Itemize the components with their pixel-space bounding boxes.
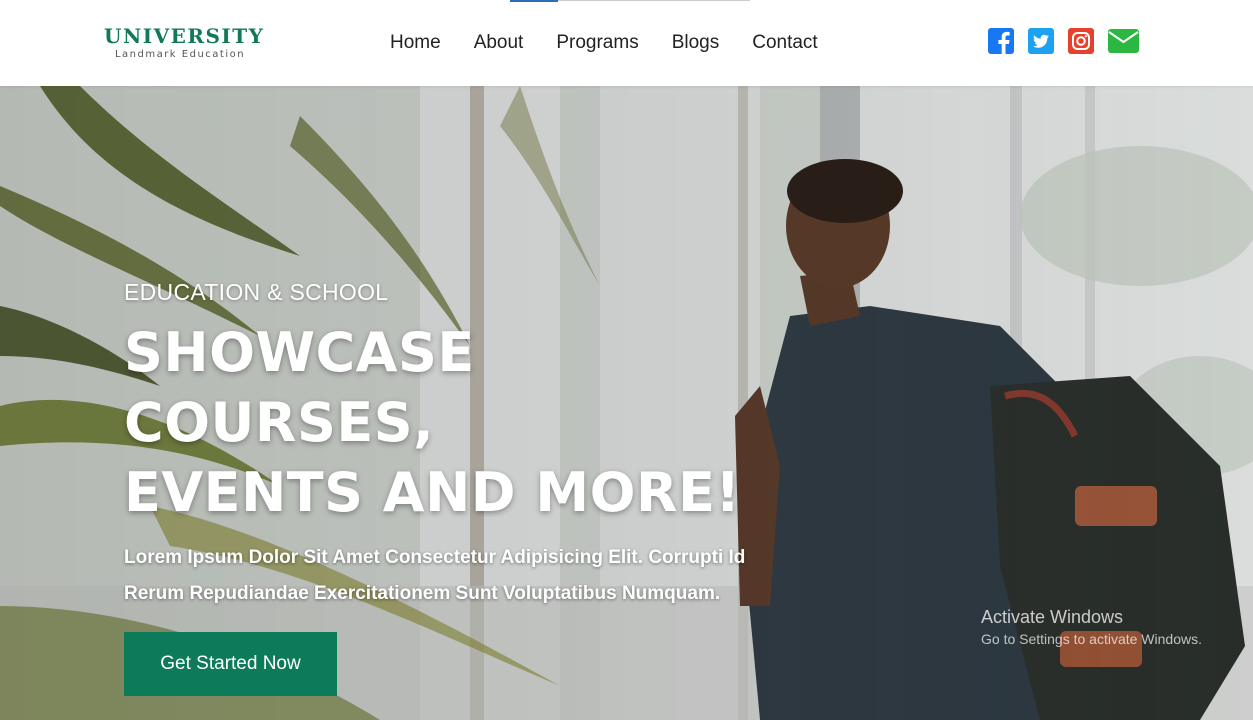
twitter-icon[interactable] xyxy=(1028,28,1054,54)
social-links xyxy=(988,28,1153,54)
hero-section: EDUCATION & SCHOOL SHOWCASE COURSES, EVE… xyxy=(0,86,1253,720)
main-nav: Home About Programs Blogs Contact xyxy=(390,30,851,56)
get-started-button[interactable]: Get Started Now xyxy=(124,632,337,696)
brand-title: UNIVERSITY xyxy=(104,24,265,48)
scroll-indicator xyxy=(510,0,750,2)
hero-headline-line2: EVENTS AND MORE! xyxy=(124,461,741,524)
windows-activation-watermark: Activate Windows Go to Settings to activ… xyxy=(981,606,1202,650)
nav-item-contact[interactable]: Contact xyxy=(752,30,817,56)
hero-content: EDUCATION & SCHOOL SHOWCASE COURSES, EVE… xyxy=(124,278,804,696)
hero-eyebrow: EDUCATION & SCHOOL xyxy=(124,279,389,305)
site-header: UNIVERSITY Landmark Education Home About… xyxy=(0,0,1253,86)
scroll-indicator-active xyxy=(510,0,558,2)
nav-item-programs[interactable]: Programs xyxy=(556,30,638,56)
nav-item-about[interactable]: About xyxy=(474,30,524,56)
nav-item-home[interactable]: Home xyxy=(390,30,441,56)
brand-logo[interactable]: UNIVERSITY Landmark Education xyxy=(104,24,265,60)
nav-item-blogs[interactable]: Blogs xyxy=(672,30,720,56)
watermark-subtitle: Go to Settings to activate Windows. xyxy=(981,631,1202,647)
envelope-icon[interactable] xyxy=(1108,29,1139,53)
hero-headline: SHOWCASE COURSES, EVENTS AND MORE! xyxy=(124,318,804,528)
facebook-icon[interactable] xyxy=(988,28,1014,54)
hero-description: Lorem Ipsum Dolor Sit Amet Consectetur A… xyxy=(124,547,746,604)
hero-headline-line1: SHOWCASE COURSES, xyxy=(124,321,475,454)
watermark-title: Activate Windows xyxy=(981,607,1124,627)
instagram-icon[interactable] xyxy=(1068,28,1094,54)
brand-subtitle: Landmark Education xyxy=(114,49,246,60)
